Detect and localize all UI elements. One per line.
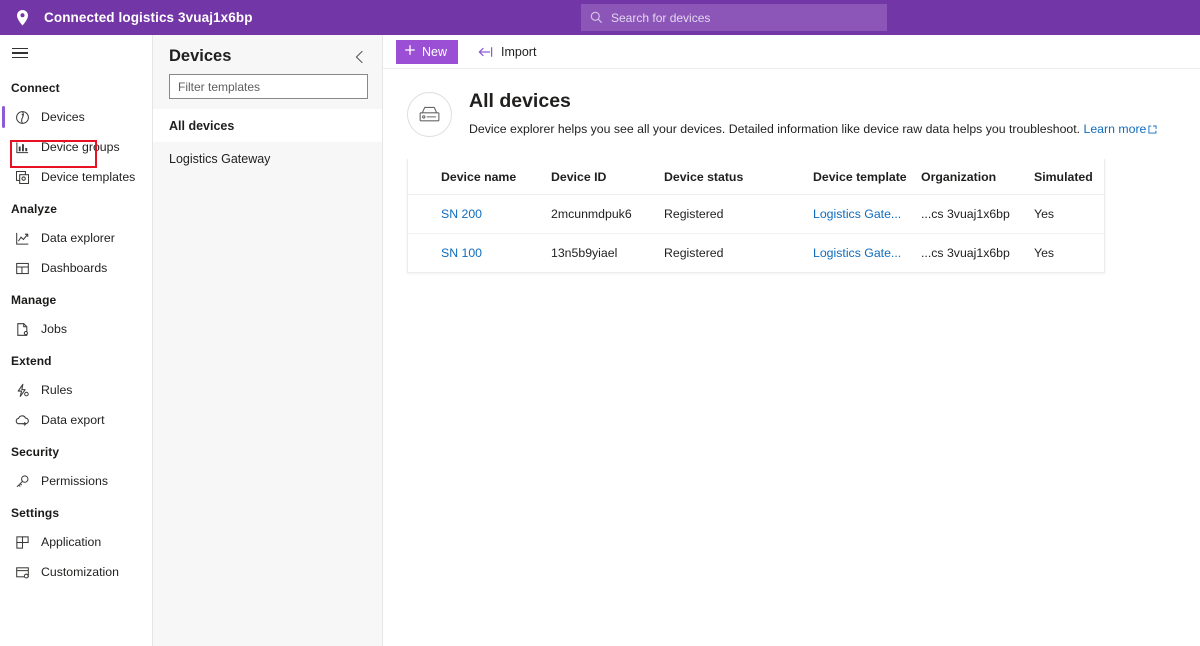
page-description-text: Device explorer helps you see all your d… (469, 122, 1081, 137)
nav-section-connect: Connect (11, 81, 60, 95)
template-item-all-devices[interactable]: All devices (153, 109, 382, 142)
column-header-device-id[interactable]: Device ID (551, 158, 664, 195)
sidebar-item-label: Data explorer (41, 231, 115, 245)
sidebar-item-label: Data export (41, 413, 105, 427)
cell-simulated: Yes (1034, 245, 1055, 260)
filter-templates-input[interactable] (169, 74, 368, 99)
left-navigation: Connect Devices Device groups Device tem… (0, 35, 153, 646)
dashboard-grid-icon (14, 260, 30, 276)
rules-lightning-icon (14, 382, 30, 398)
application-layout-icon (14, 534, 30, 550)
global-search-box[interactable] (581, 4, 887, 31)
line-chart-icon (14, 230, 30, 246)
sidebar-item-rules[interactable]: Rules (0, 375, 152, 405)
table-row[interactable]: SN 100 13n5b9yiael Registered Logistics … (408, 233, 1104, 272)
cell-simulated: Yes (1034, 194, 1104, 234)
page-header: All devices Device explorer helps you se… (383, 69, 1200, 139)
sidebar-item-devices[interactable]: Devices (0, 102, 152, 132)
chevron-left-icon[interactable] (351, 48, 368, 66)
sidebar-item-data-export[interactable]: Data export (0, 405, 152, 435)
sidebar-item-label: Application (41, 535, 102, 549)
table-gutter-header (408, 158, 441, 195)
sidebar-item-label: Dashboards (41, 261, 108, 275)
sidebar-item-label: Jobs (41, 322, 67, 336)
sidebar-item-device-templates[interactable]: Device templates (0, 162, 152, 192)
column-header-device-status[interactable]: Device status (664, 158, 813, 195)
sidebar-item-customization[interactable]: Customization (0, 557, 152, 587)
app-title: Connected logistics 3vuaj1x6bp (44, 10, 253, 25)
cell-device-status: Registered (664, 194, 813, 234)
filter-templates-wrapper (153, 72, 382, 109)
search-input[interactable] (611, 10, 878, 25)
page-title: All devices (469, 90, 571, 112)
jobs-document-icon (14, 321, 30, 337)
cell-device-name[interactable]: SN 200 (441, 194, 551, 234)
sidebar-item-label: Permissions (41, 474, 108, 488)
nav-section-settings: Settings (11, 506, 60, 520)
page-header-text: All devices Device explorer helps you se… (469, 89, 1157, 139)
sidebar-item-label: Customization (41, 565, 119, 579)
column-header-device-name[interactable]: Device name (441, 158, 551, 195)
key-icon (14, 473, 30, 489)
column-header-device-template[interactable]: Device template (813, 158, 921, 195)
nav-section-extend: Extend (11, 354, 52, 368)
command-bar: New Import (383, 35, 1200, 69)
external-link-icon[interactable] (1148, 125, 1157, 134)
table-header-row: Device name Device ID Device status Devi… (408, 158, 1104, 195)
cell-organization: ...cs 3vuaj1x6bp (921, 194, 1034, 234)
new-device-label: New (422, 44, 448, 59)
nav-section-analyze: Analyze (11, 202, 58, 216)
sidebar-item-label: Devices (41, 110, 85, 124)
template-item-label: Logistics Gateway (169, 151, 271, 166)
customization-icon (14, 564, 30, 580)
sidebar-item-label: Device groups (41, 140, 120, 154)
nav-section-manage: Manage (11, 293, 57, 307)
import-arrow-icon (478, 46, 494, 58)
device-templates-icon (14, 169, 30, 185)
column-header-organization[interactable]: Organization (921, 158, 1034, 195)
import-button[interactable]: Import (474, 42, 540, 62)
nav-section-security: Security (11, 445, 60, 459)
sidebar-item-label: Rules (41, 383, 73, 397)
devices-icon (14, 109, 30, 125)
sidebar-item-label: Device templates (41, 170, 136, 184)
location-pin-icon[interactable] (0, 9, 44, 27)
template-item-label: All devices (169, 118, 235, 133)
cell-device-name[interactable]: SN 100 (441, 233, 551, 272)
hamburger-menu-icon[interactable] (0, 35, 152, 71)
cell-organization: ...cs 3vuaj1x6bp (921, 245, 1010, 260)
cell-device-template[interactable]: Logistics Gate... (813, 194, 921, 234)
learn-more-link[interactable]: Learn more (1084, 122, 1147, 136)
cell-device-id: 13n5b9yiael (551, 245, 618, 260)
row-gutter (408, 233, 441, 272)
devices-panel-header: Devices (153, 35, 382, 72)
cell-device-status: Registered (664, 245, 724, 260)
column-header-simulated[interactable]: Simulated (1034, 158, 1104, 195)
page-description: Device explorer helps you see all your d… (469, 121, 1157, 138)
sidebar-item-jobs[interactable]: Jobs (0, 314, 152, 344)
new-device-button[interactable]: New (396, 39, 459, 64)
devices-templates-panel: Devices All devices Logistics Gateway (153, 35, 383, 646)
top-bar: Connected logistics 3vuaj1x6bp (0, 0, 1200, 35)
import-label: Import (501, 44, 537, 59)
devices-panel-title: Devices (169, 47, 232, 65)
table-row[interactable]: SN 200 2mcunmdpuk6 Registered Logistics … (408, 194, 1104, 234)
template-item-logistics-gateway[interactable]: Logistics Gateway (153, 142, 382, 175)
sidebar-item-data-explorer[interactable]: Data explorer (0, 223, 152, 253)
row-gutter (408, 194, 441, 234)
gateway-device-icon (407, 92, 452, 137)
cell-device-id: 2mcunmdpuk6 (551, 194, 664, 234)
devices-table: Device name Device ID Device status Devi… (407, 158, 1105, 273)
cloud-export-icon (14, 412, 30, 428)
sidebar-item-permissions[interactable]: Permissions (0, 466, 152, 496)
app-body: Connect Devices Device groups Device tem… (0, 35, 1200, 646)
sidebar-item-application[interactable]: Application (0, 527, 152, 557)
sidebar-item-dashboards[interactable]: Dashboards (0, 253, 152, 283)
search-icon (590, 11, 603, 24)
plus-icon (404, 44, 416, 59)
main-content: New Import All devices Device explorer h… (383, 35, 1200, 646)
device-groups-icon (14, 139, 30, 155)
sidebar-item-device-groups[interactable]: Device groups (0, 132, 152, 162)
cell-device-template[interactable]: Logistics Gate... (813, 233, 921, 272)
